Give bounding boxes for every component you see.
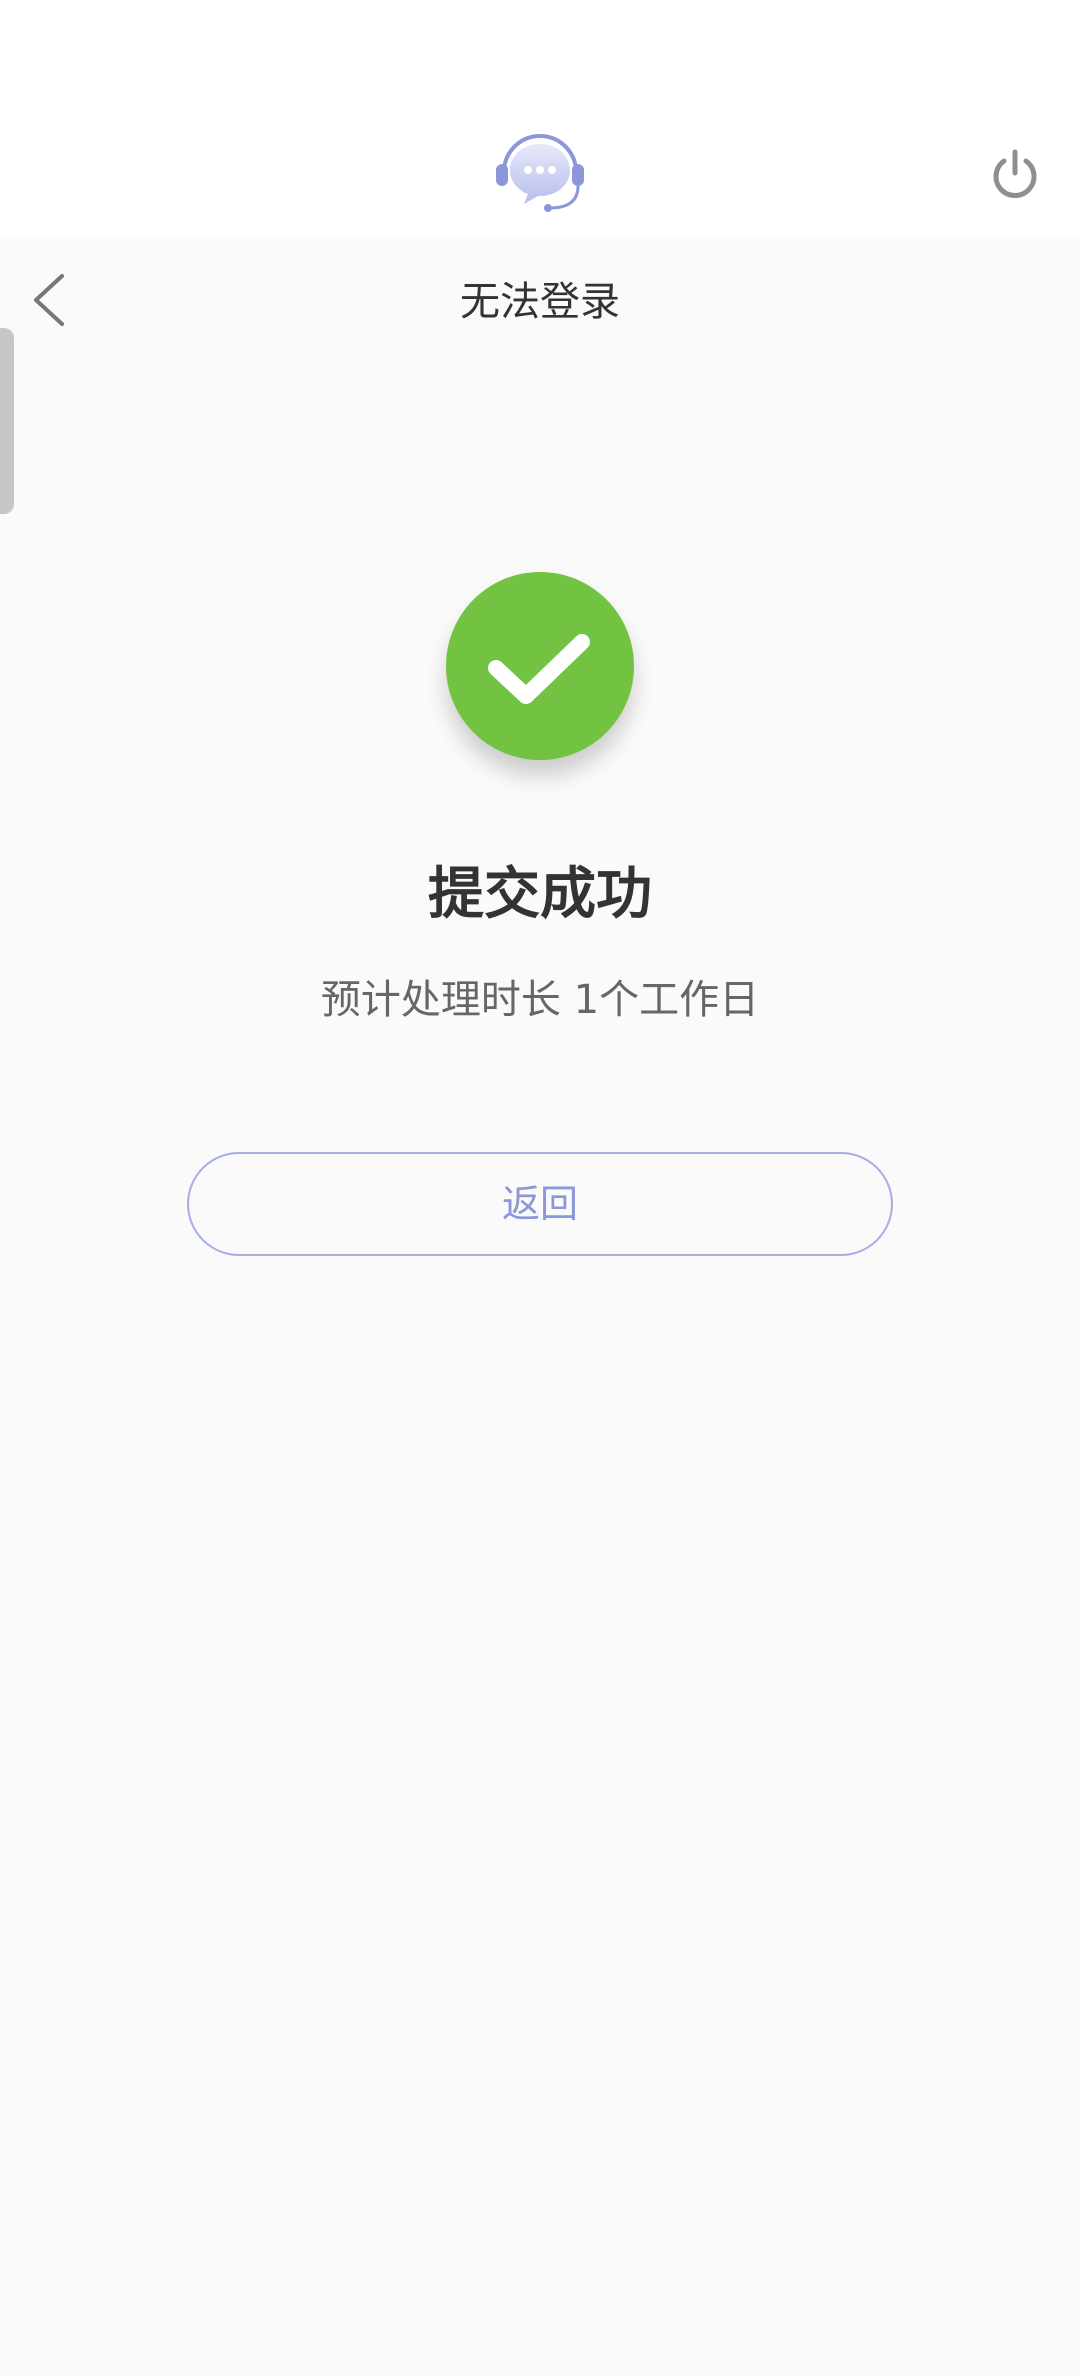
customer-service-icon: [494, 130, 586, 216]
side-drawer-handle[interactable]: [0, 328, 14, 514]
return-button[interactable]: 返回: [187, 1152, 893, 1256]
success-title: 提交成功: [428, 862, 652, 927]
processing-time-text: 预计处理时长 1个工作日: [320, 977, 760, 1023]
top-bar: [0, 0, 1080, 237]
page-title: 无法登录: [460, 279, 620, 325]
success-check-icon: [446, 572, 634, 760]
power-icon[interactable]: [990, 147, 1040, 199]
